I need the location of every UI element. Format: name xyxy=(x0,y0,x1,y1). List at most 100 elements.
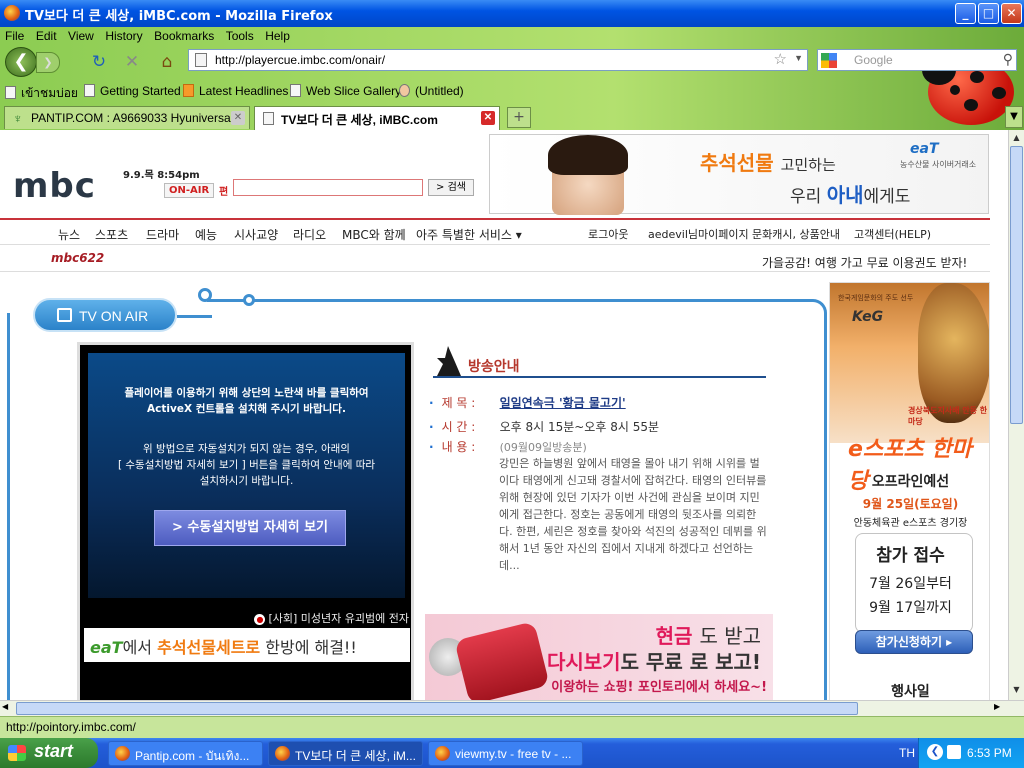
player-message-line: 플레이어를 이용하기 위해 상단의 노란색 바를 클릭하여 xyxy=(124,387,369,399)
reload-icon[interactable]: ↻ xyxy=(88,51,110,73)
event-place: 안동체육관 e스포츠 경기장 xyxy=(853,518,968,529)
forward-button[interactable]: ❯ xyxy=(36,52,60,73)
apply-button[interactable]: 참가신청하기 ▸ xyxy=(855,630,973,654)
nav-drama[interactable]: 드라마 xyxy=(146,226,179,243)
menu-file[interactable]: File xyxy=(0,27,27,43)
firefox-icon xyxy=(115,746,130,761)
time-value: 오후 8시 15분~오후 8시 55분 xyxy=(499,420,660,434)
menu-history[interactable]: History xyxy=(100,27,145,43)
stop-icon[interactable]: ✕ xyxy=(121,51,143,73)
scroll-down-icon[interactable]: ▼ xyxy=(1010,683,1023,697)
horizontal-scroll-thumb[interactable] xyxy=(16,702,858,715)
ad-line-b: 아내 xyxy=(826,183,864,207)
tab-pantip[interactable]: ♆ PANTIP.COM : A9669033 Hyuniversal... ✕ xyxy=(4,106,250,129)
esports-side-ad[interactable]: 한국게임문화의 주도 선두 KeG 경상북도지사배 안동 한마당 e스포츠 한마… xyxy=(829,282,990,700)
promo-ticker[interactable]: 가을공감! 여행 가고 무료 이용권도 받자! xyxy=(762,254,967,271)
scroll-right-icon[interactable]: ▶ xyxy=(994,702,1000,711)
registration-start: 7월 26일부터 xyxy=(869,576,952,592)
hahoe-mask-image xyxy=(918,283,989,423)
bookmark-label: Latest Headlines xyxy=(199,84,289,98)
tray-expand-icon[interactable]: ❮ xyxy=(927,744,943,760)
tv-icon xyxy=(57,308,72,322)
menu-tools[interactable]: Tools xyxy=(221,27,257,43)
nav-sports[interactable]: 스포츠 xyxy=(95,226,128,243)
search-bar[interactable]: Google ⚲ xyxy=(817,49,1017,71)
network-icon[interactable] xyxy=(947,745,961,759)
menu-edit[interactable]: Edit xyxy=(31,27,60,43)
menu-bar: File Edit View History Bookmarks Tools H… xyxy=(0,27,800,45)
program-title-link[interactable]: 일일연속극 '황금 물고기' xyxy=(500,396,626,410)
player-message-line: 설치하시기 바랍니다. xyxy=(199,475,294,487)
bookmark-label: Web Slice Gallery xyxy=(306,84,402,98)
task-label: viewmy.tv - free tv - ... xyxy=(455,747,572,761)
bookmarks-toolbar: เข้าชมบ่อย Getting Started Latest Headli… xyxy=(0,82,820,100)
video-player[interactable]: 플레이어를 이용하기 위해 상단의 노란색 바를 클릭하여 ActiveX 컨트… xyxy=(77,342,414,700)
home-icon[interactable]: ⌂ xyxy=(156,51,178,73)
nav-news[interactable]: 뉴스 xyxy=(58,226,80,243)
search-placeholder: Google xyxy=(854,53,893,67)
shopping-bag-image xyxy=(454,621,550,700)
promo-text: 로 보고! xyxy=(689,650,761,674)
broadcast-divider xyxy=(433,376,766,378)
back-button[interactable]: ❮ xyxy=(5,47,37,77)
search-category-select[interactable]: 편 xyxy=(219,183,228,198)
sub-divider xyxy=(0,271,990,272)
player-message-line: 위 방법으로 자동설치가 되지 않는 경우, 아래의 xyxy=(143,443,350,455)
vertical-scroll-thumb[interactable] xyxy=(1010,146,1023,424)
nav-special-services[interactable]: 아주 특별한 서비스 ▾ xyxy=(416,226,522,243)
bookmark-most-visited[interactable]: เข้าชมบ่อย xyxy=(5,84,78,103)
nav-radio[interactable]: 라디오 xyxy=(293,226,326,243)
scroll-left-icon[interactable]: ◀ xyxy=(2,702,8,711)
pointory-promo-banner[interactable]: 현금 도 받고 다시보기도 무료 로 보고! 이왕하는 쇼핑! 포인토리에서 하… xyxy=(425,614,773,700)
culture-cash-link[interactable]: 문화캐시, 상품안내 xyxy=(752,226,840,242)
url-bar[interactable]: http://playercue.imbc.com/onair/ ☆ ▼ xyxy=(188,49,808,71)
manual-install-button[interactable]: > 수동설치방법 자세히 보기 xyxy=(154,510,346,546)
folder-icon xyxy=(5,86,16,99)
menu-view[interactable]: View xyxy=(63,27,97,43)
help-center-link[interactable]: 고객센터(HELP) xyxy=(854,226,931,242)
scroll-up-icon[interactable]: ▲ xyxy=(1010,131,1023,145)
page-search-input[interactable] xyxy=(233,179,423,196)
search-icon[interactable]: ⚲ xyxy=(1003,51,1013,68)
promo-text: 도 무료 xyxy=(620,650,683,674)
title-label: 제 목 : xyxy=(441,396,476,410)
menu-bookmarks[interactable]: Bookmarks xyxy=(149,27,217,43)
bookmark-latest-headlines[interactable]: Latest Headlines xyxy=(183,84,288,98)
page-search-button[interactable]: > 검색 xyxy=(428,179,474,196)
tab-close-icon[interactable]: ✕ xyxy=(231,111,245,125)
taskbar-item-viewmy[interactable]: viewmy.tv - free tv - ... xyxy=(428,741,583,766)
tab-close-icon[interactable]: ✕ xyxy=(481,111,495,125)
top-banner-ad[interactable]: 추석선물 고민하는 우리 아내에게도 eaT 농수산물 사이버거래소 xyxy=(489,134,989,215)
mbc-logo[interactable]: mbc xyxy=(13,166,96,206)
mypage-link[interactable]: aedevil님마이페이지 xyxy=(648,226,749,242)
onair-button[interactable]: ON-AIR xyxy=(164,183,215,198)
close-window-button[interactable]: ✕ xyxy=(1001,3,1022,24)
minimize-button[interactable]: _ xyxy=(955,3,976,24)
nav-with-mbc[interactable]: MBC와 함께 xyxy=(342,226,406,243)
start-button[interactable]: start xyxy=(0,738,98,768)
logout-link[interactable]: 로그아웃 xyxy=(588,226,628,242)
tab-list-button[interactable]: ▼ xyxy=(1005,106,1023,128)
menu-help[interactable]: Help xyxy=(260,27,293,43)
mbc622-logo[interactable]: mbc622 xyxy=(51,251,104,265)
tab-imbc[interactable]: TV보다 더 큰 세상, iMBC.com ✕ xyxy=(254,106,500,130)
language-indicator[interactable]: TH xyxy=(899,746,915,760)
registration-title: 참가 접수 xyxy=(876,546,945,566)
url-dropdown-icon[interactable]: ▼ xyxy=(794,53,803,63)
taskbar-item-imbc[interactable]: TV보다 더 큰 세상, iM... xyxy=(268,741,423,766)
bookmark-web-slice-gallery[interactable]: Web Slice Gallery xyxy=(290,84,401,98)
nav-variety[interactable]: 예능 xyxy=(195,226,217,243)
new-tab-button[interactable]: + xyxy=(507,107,531,128)
maximize-button[interactable]: □ xyxy=(978,3,999,24)
news-ticker[interactable]: ● [사회] 미성년자 유괴범에 전자 xyxy=(88,610,413,626)
vertical-scrollbar[interactable]: ▲ ▼ xyxy=(1008,130,1024,700)
player-ad-banner[interactable]: eaT에서 추석선물세트로 한방에 해결!! xyxy=(84,628,410,662)
horizontal-scrollbar[interactable]: ◀ ▶ xyxy=(0,700,1024,716)
start-label: start xyxy=(34,741,74,761)
bookmark-star-icon[interactable]: ☆ xyxy=(774,50,787,68)
taskbar-item-pantip[interactable]: Pantip.com - บันเทิง... xyxy=(108,741,263,766)
bookmark-untitled[interactable]: (Untitled) xyxy=(399,84,464,98)
nav-current-affairs[interactable]: 시사교양 xyxy=(234,226,278,243)
bookmark-getting-started[interactable]: Getting Started xyxy=(84,84,181,98)
windows-flag-icon xyxy=(8,745,26,761)
